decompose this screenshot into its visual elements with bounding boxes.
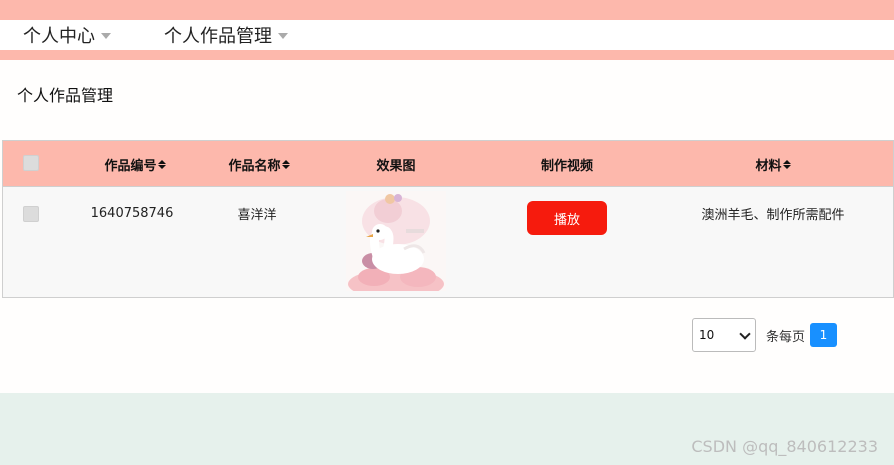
column-header-label: 作品名称 (228, 158, 281, 174)
sort-icon (782, 159, 791, 169)
select-all-checkbox[interactable] (23, 155, 39, 171)
chevron-down-icon (739, 328, 751, 340)
table-header: 作品编号 作品名称 效果图 制作视频 材料 (3, 141, 893, 187)
play-video-button[interactable]: 播放 (527, 201, 607, 235)
nav-menu: 个人中心 个人作品管理 (0, 20, 894, 50)
column-header-label: 效果图 (376, 158, 416, 174)
works-table: 作品编号 作品名称 效果图 制作视频 材料 1640758746 喜洋洋 播放 … (2, 140, 894, 298)
work-id: 1640758746 (90, 205, 174, 221)
column-header-id[interactable]: 作品编号 (85, 141, 185, 187)
effect-image[interactable] (346, 191, 446, 291)
page-size-value: 10 (699, 328, 715, 342)
sort-icon (281, 159, 290, 169)
page-title: 个人作品管理 (17, 86, 114, 105)
column-header-label: 材料 (755, 158, 782, 174)
page-size-select[interactable]: 10 (692, 318, 756, 352)
column-header-label: 作品编号 (104, 158, 157, 174)
sort-icon (157, 159, 166, 169)
column-header-name[interactable]: 作品名称 (209, 141, 309, 187)
caret-down-icon (278, 33, 288, 39)
per-page-label: 条每页 (766, 330, 806, 345)
nav-item-label: 个人中心 (23, 26, 95, 47)
column-header-video: 制作视频 (512, 141, 622, 187)
nav-item-works-management[interactable]: 个人作品管理 (164, 20, 288, 50)
watermark: CSDN @qq_840612233 (691, 437, 878, 456)
nav-item-personal-center[interactable]: 个人中心 (23, 20, 111, 50)
column-header-material[interactable]: 材料 (723, 141, 823, 187)
page-button-current[interactable]: 1 (810, 323, 837, 347)
swan-figure-image (346, 191, 446, 291)
work-material: 澳洲羊毛、制作所需配件 (701, 207, 845, 223)
row-checkbox[interactable] (23, 206, 39, 222)
column-header-image: 效果图 (346, 141, 446, 187)
work-name: 喜洋洋 (237, 207, 277, 223)
column-header-label: 制作视频 (540, 158, 593, 174)
caret-down-icon (101, 33, 111, 39)
nav-item-label: 个人作品管理 (164, 26, 272, 47)
